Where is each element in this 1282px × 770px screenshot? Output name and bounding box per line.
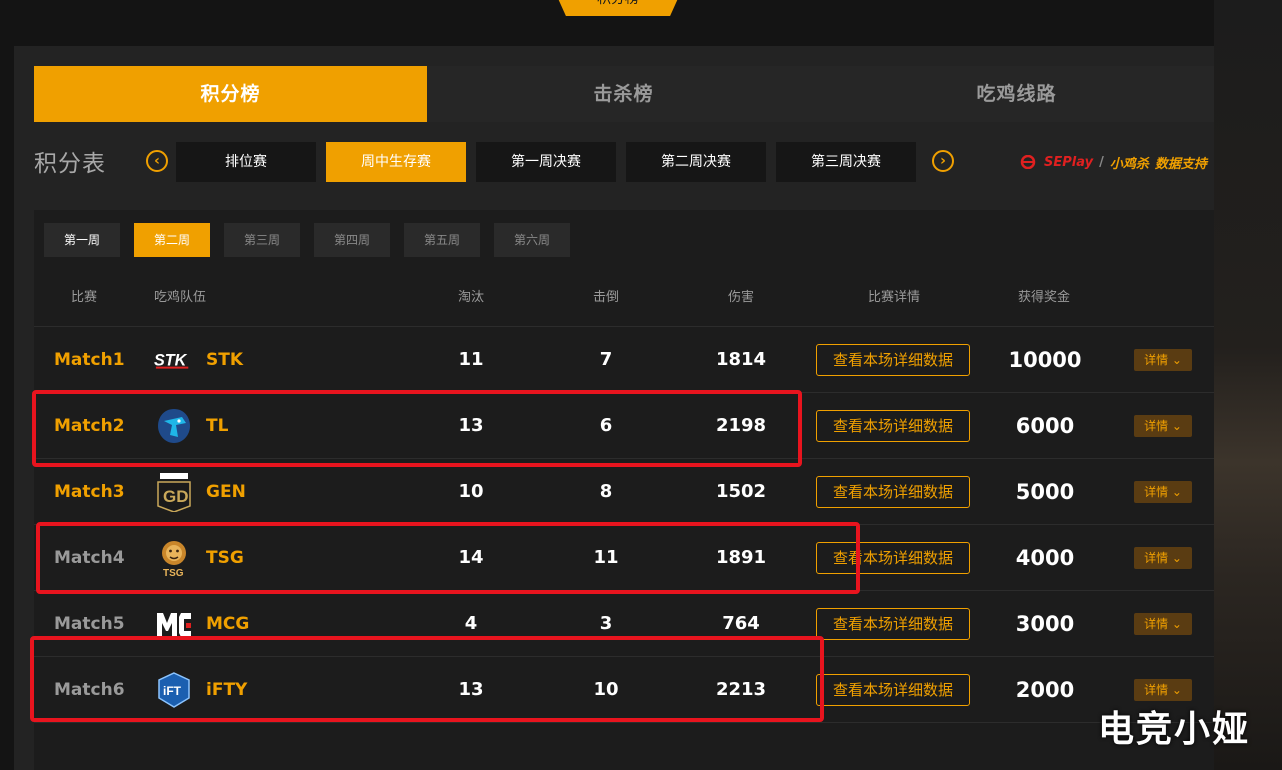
- kill-value: 7: [599, 349, 613, 370]
- damage-value: 1502: [715, 481, 767, 502]
- prize-value: 2000: [1015, 678, 1075, 702]
- match-name: Match3: [54, 482, 125, 502]
- tab-points[interactable]: 积分榜: [34, 66, 427, 122]
- table-row: Match6 iFT iFTY 13 10 2213 查看本场详细数据 2000…: [34, 657, 1214, 723]
- match-name: Match1: [54, 350, 125, 370]
- table-row: Match1 STK STK 11 7 1814 查看本场详细数据 10000 …: [34, 327, 1214, 393]
- sponsor-brand: SEPlay: [1044, 154, 1094, 170]
- tab-chicken-route[interactable]: 吃鸡线路: [820, 66, 1213, 122]
- team-name: iFTY: [206, 680, 248, 700]
- chevron-left-icon[interactable]: ‹: [146, 150, 168, 172]
- week-tab-2[interactable]: 第二周: [134, 223, 210, 257]
- elim-value: 13: [458, 679, 484, 700]
- stage-tab-week2-final[interactable]: 第二周决赛: [626, 142, 766, 182]
- expand-detail-button[interactable]: 详情 ⌄: [1134, 547, 1192, 569]
- expand-detail-button[interactable]: 详情 ⌄: [1134, 679, 1192, 701]
- match-name: Match2: [54, 416, 125, 436]
- col-header-match: 比赛: [70, 290, 97, 305]
- stage-tab-week1-final[interactable]: 第一周决赛: [476, 142, 616, 182]
- prize-value: 6000: [1015, 414, 1075, 438]
- tl-logo-icon: [154, 407, 194, 445]
- team-name: STK: [206, 350, 244, 370]
- stage-tab-midweek[interactable]: 周中生存赛: [326, 142, 466, 182]
- kill-value: 6: [599, 415, 613, 436]
- team-name: TSG: [206, 548, 244, 568]
- prize-value: 4000: [1015, 546, 1075, 570]
- table-row: Match3 GD GEN 10 8 1502 查看本场详细数据 5000 详情…: [34, 459, 1214, 525]
- seplay-logo-icon: [1020, 154, 1038, 170]
- kill-value: 8: [599, 481, 613, 502]
- stage-tab-ranking[interactable]: 排位赛: [176, 142, 316, 182]
- week-tab-3[interactable]: 第三周: [224, 223, 300, 257]
- elim-value: 4: [464, 613, 478, 634]
- damage-value: 764: [722, 613, 760, 634]
- view-match-detail-button[interactable]: 查看本场详细数据: [816, 608, 970, 640]
- team-name: GEN: [206, 482, 246, 502]
- match-name: Match4: [54, 548, 125, 568]
- kill-value: 3: [599, 613, 613, 634]
- view-match-detail-button[interactable]: 查看本场详细数据: [816, 476, 970, 508]
- view-match-detail-button[interactable]: 查看本场详细数据: [816, 674, 970, 706]
- tab-kills[interactable]: 击杀榜: [427, 66, 820, 122]
- team-name: MCG: [206, 614, 250, 634]
- table-row: Match2 TL 13 6 2198 查看本场详细数据 6000 详情 ⌄: [34, 393, 1214, 459]
- sponsor-partner: 小鸡杀: [1109, 156, 1149, 172]
- expand-detail-button[interactable]: 详情 ⌄: [1134, 613, 1192, 635]
- damage-value: 2213: [715, 679, 767, 700]
- table-row: Match4 TSG TSG 14 11 1891 查看本场详细数据 4000 …: [34, 525, 1214, 591]
- svg-text:iFT: iFT: [163, 684, 182, 698]
- tsg-logo-icon: TSG: [154, 539, 194, 578]
- sponsor-separator: /: [1099, 154, 1104, 170]
- gen-logo-icon: GD: [154, 473, 194, 512]
- col-header-detail: 比赛详情: [867, 290, 920, 305]
- elim-value: 14: [458, 547, 484, 568]
- ifty-logo-icon: iFT: [154, 671, 194, 709]
- match-name: Match6: [54, 680, 125, 700]
- week-tabs: 第一周 第二周 第三周 第四周 第五周 第六周: [44, 223, 570, 257]
- elim-value: 13: [458, 415, 484, 436]
- damage-value: 1814: [715, 349, 767, 370]
- stk-logo-icon: STK: [154, 341, 194, 379]
- kill-value: 11: [593, 547, 619, 568]
- main-tabs: 积分榜 击杀榜 吃鸡线路: [34, 66, 1214, 122]
- week-tab-1[interactable]: 第一周: [44, 223, 120, 257]
- team-name: TL: [206, 416, 229, 436]
- score-table-title: 积分表: [34, 151, 106, 177]
- chevron-right-icon[interactable]: ›: [932, 150, 954, 172]
- stage-tab-week3-final[interactable]: 第三周决赛: [776, 142, 916, 182]
- col-header-damage: 伤害: [727, 290, 754, 305]
- match-name: Match5: [54, 614, 125, 634]
- elim-value: 10: [458, 481, 484, 502]
- expand-detail-button[interactable]: 详情 ⌄: [1134, 415, 1192, 437]
- background-artwork: [1214, 0, 1282, 770]
- table-row: Match5 MCG 4 3 764 查看本场详细数据 3000 详情 ⌄: [34, 591, 1214, 657]
- stage-tabs: 排位赛 周中生存赛 第一周决赛 第二周决赛 第三周决赛: [176, 142, 916, 182]
- week-tab-5[interactable]: 第五周: [404, 223, 480, 257]
- svg-text:TSG: TSG: [163, 568, 184, 578]
- svg-text:GD: GD: [163, 487, 189, 506]
- prize-value: 5000: [1015, 480, 1075, 504]
- sponsor-tagline: 数据支持: [1154, 156, 1207, 172]
- view-match-detail-button[interactable]: 查看本场详细数据: [816, 410, 970, 442]
- watermark-text: 电竞小娅: [1098, 709, 1251, 750]
- expand-detail-button[interactable]: 详情 ⌄: [1134, 349, 1192, 371]
- sponsor-logo: SEPlay / 小鸡杀 数据支持: [1020, 150, 1207, 174]
- week-tab-6[interactable]: 第六周: [494, 223, 570, 257]
- view-match-detail-button[interactable]: 查看本场详细数据: [816, 344, 970, 376]
- damage-value: 2198: [715, 415, 767, 436]
- col-header-kill: 击倒: [592, 290, 619, 305]
- week-tab-4[interactable]: 第四周: [314, 223, 390, 257]
- top-tab[interactable]: 积分榜: [556, 0, 680, 16]
- col-header-prize: 获得奖金: [1017, 290, 1070, 305]
- view-match-detail-button[interactable]: 查看本场详细数据: [816, 542, 970, 574]
- prize-value: 10000: [1008, 348, 1082, 372]
- expand-detail-button[interactable]: 详情 ⌄: [1134, 481, 1192, 503]
- prize-value: 3000: [1015, 612, 1075, 636]
- kill-value: 10: [593, 679, 619, 700]
- col-header-team: 吃鸡队伍: [154, 290, 207, 305]
- elim-value: 11: [458, 349, 484, 370]
- col-header-elim: 淘汰: [457, 290, 484, 305]
- mcg-logo-icon: [154, 605, 194, 643]
- damage-value: 1891: [715, 547, 767, 568]
